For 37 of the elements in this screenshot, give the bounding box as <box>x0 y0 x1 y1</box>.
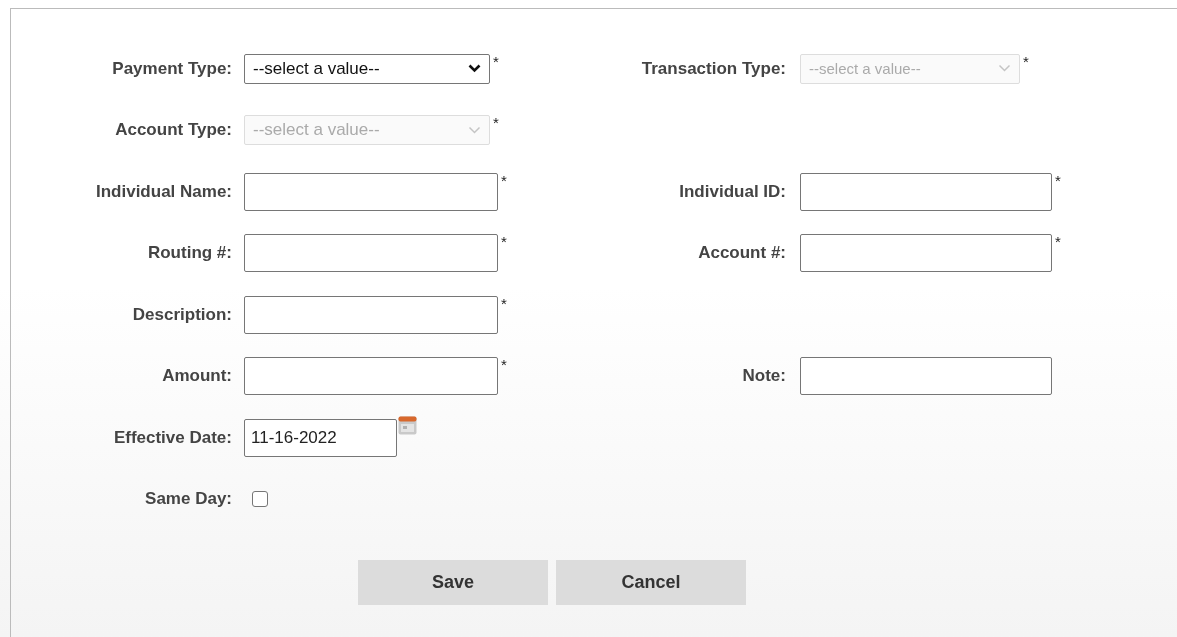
field-label: Transaction Type: <box>641 58 786 79</box>
chevron-down-icon <box>468 125 481 135</box>
required-mark: * <box>501 172 507 188</box>
field-label: Individual ID: <box>679 181 786 202</box>
required-mark: * <box>501 295 507 311</box>
field-label: Payment Type: <box>112 58 232 79</box>
field-label: Routing #: <box>147 243 232 264</box>
required-mark: * <box>1055 234 1061 250</box>
form-button[interactable]: Save <box>358 560 548 605</box>
text-field[interactable] <box>244 172 498 211</box>
text-field[interactable] <box>244 234 498 273</box>
text-field[interactable] <box>800 357 1052 396</box>
field-label: Note: <box>742 366 786 387</box>
field-label: Description: <box>132 304 232 325</box>
checkbox[interactable] <box>252 491 268 508</box>
text-field[interactable] <box>244 357 498 396</box>
field-label: Individual Name: <box>95 181 232 202</box>
text-field[interactable] <box>800 172 1052 211</box>
required-mark: * <box>493 53 499 69</box>
field-label: Account #: <box>698 243 786 264</box>
form-button[interactable]: Cancel <box>556 560 746 605</box>
field-label: Amount: <box>162 366 232 387</box>
required-mark: * <box>1023 53 1029 69</box>
field-label: Effective Date: <box>113 427 232 448</box>
field-label: Account Type: <box>115 120 232 141</box>
chevron-down-icon <box>468 64 481 74</box>
required-mark: * <box>493 115 499 131</box>
date-field[interactable]: 11-16-2022 <box>244 418 397 457</box>
required-mark: * <box>501 234 507 250</box>
field-label: Same Day: <box>145 489 232 510</box>
required-mark: * <box>501 357 507 373</box>
select-dropdown[interactable]: --select a value-- <box>244 53 490 84</box>
required-mark: * <box>1055 172 1061 188</box>
calendar-icon[interactable] <box>398 415 417 435</box>
chevron-down-icon <box>998 64 1011 74</box>
text-field[interactable] <box>800 234 1052 273</box>
text-field[interactable] <box>244 295 498 334</box>
